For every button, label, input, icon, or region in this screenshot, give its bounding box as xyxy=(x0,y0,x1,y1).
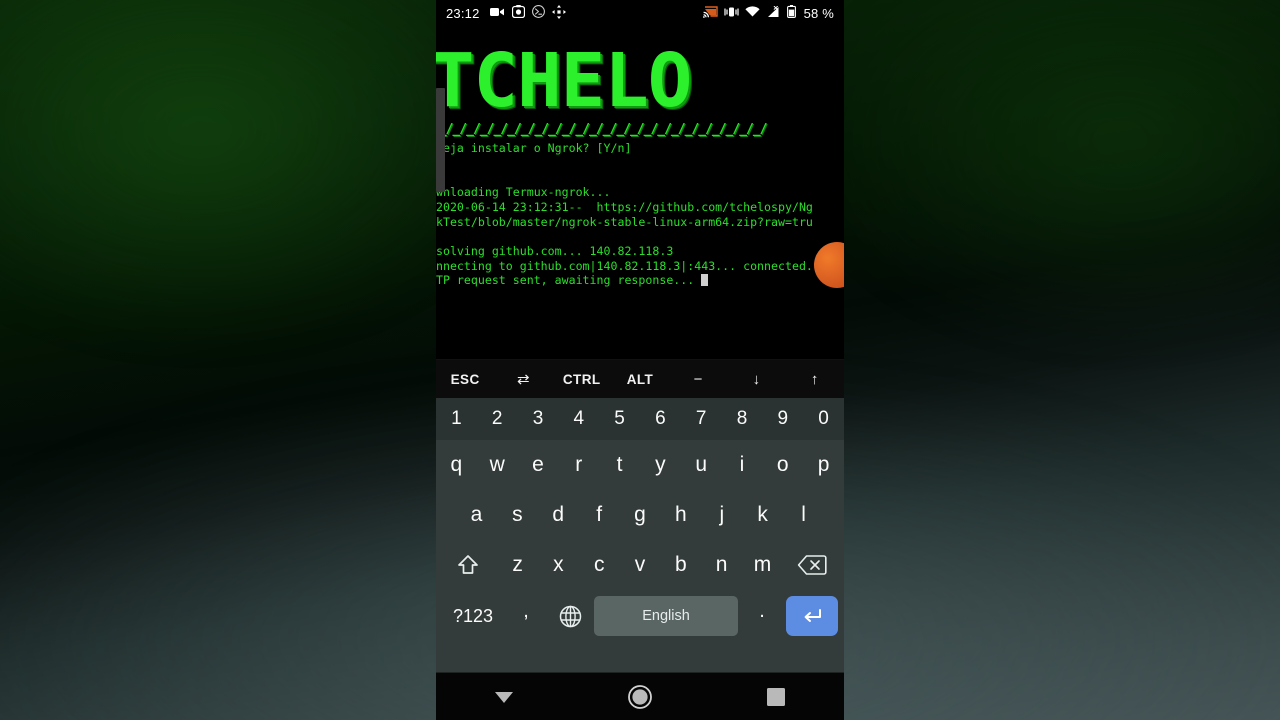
key-comma[interactable]: , xyxy=(506,596,546,636)
key-x[interactable]: x xyxy=(538,540,579,590)
key-l[interactable]: l xyxy=(783,490,824,540)
key-s[interactable]: s xyxy=(497,490,538,540)
extra-key-arrow-down-icon[interactable]: ↓ xyxy=(727,360,785,399)
key-q[interactable]: q xyxy=(436,440,477,490)
key-w[interactable]: w xyxy=(477,440,518,490)
extra-key-esc[interactable]: ESC xyxy=(436,360,494,399)
key-spacebar[interactable]: English xyxy=(594,596,738,636)
shift-icon[interactable] xyxy=(438,540,497,590)
keyboard-row-qwerty: q w e r t y u i o p xyxy=(436,440,844,490)
wallpaper-glow-top-right xyxy=(810,0,1280,340)
vibrate-icon xyxy=(723,6,739,21)
home-circle-icon[interactable] xyxy=(600,673,680,720)
key-period[interactable]: . xyxy=(740,596,784,636)
key-d[interactable]: d xyxy=(538,490,579,540)
key-g[interactable]: g xyxy=(620,490,661,540)
key-1[interactable]: 1 xyxy=(436,398,477,440)
extra-key-alt[interactable]: ALT xyxy=(611,360,669,399)
key-5[interactable]: 5 xyxy=(599,398,640,440)
key-8[interactable]: 8 xyxy=(722,398,763,440)
backspace-icon[interactable] xyxy=(783,540,842,590)
cast-icon xyxy=(702,5,718,21)
keyboard-row-numbers: 1 2 3 4 5 6 7 8 9 0 xyxy=(436,398,844,440)
key-m[interactable]: m xyxy=(742,540,783,590)
phone-screen: 23:12 58 % TCHELO /_/_/_/_/_/_/_/_/_/_/_… xyxy=(436,0,844,720)
key-v[interactable]: v xyxy=(620,540,661,590)
key-e[interactable]: e xyxy=(518,440,559,490)
status-bar: 23:12 58 % xyxy=(436,0,844,26)
terminal-text: eseja instalar o Ngrok? [Y/n] : ownloadi… xyxy=(436,141,813,288)
on-screen-keyboard: 1 2 3 4 5 6 7 8 9 0 q w e r t y u i o p … xyxy=(436,398,844,672)
hide-keyboard-down-icon[interactable] xyxy=(464,673,544,720)
battery-icon xyxy=(786,5,796,21)
keyboard-row-bottom: ?123 , English . xyxy=(436,590,844,642)
wifi-icon xyxy=(744,5,760,21)
android-navigation-bar xyxy=(436,672,844,720)
key-p[interactable]: p xyxy=(803,440,844,490)
key-u[interactable]: u xyxy=(681,440,722,490)
extra-key-ctrl[interactable]: CTRL xyxy=(553,360,611,399)
key-j[interactable]: j xyxy=(701,490,742,540)
terminal-scrollbar[interactable] xyxy=(436,88,445,192)
battery-percent-label: 58 % xyxy=(803,5,834,21)
banner-separator: /_/_/_/_/_/_/_/_/_/_/_/_/_/_/_/_/_/_/_/_… xyxy=(436,122,768,137)
key-i[interactable]: i xyxy=(722,440,763,490)
key-9[interactable]: 9 xyxy=(762,398,803,440)
key-3[interactable]: 3 xyxy=(518,398,559,440)
terminal-icon xyxy=(531,5,545,21)
key-0[interactable]: 0 xyxy=(803,398,844,440)
globe-icon[interactable] xyxy=(548,596,592,636)
extra-key-tab-icon[interactable]: ⇄ xyxy=(494,360,552,399)
key-o[interactable]: o xyxy=(762,440,803,490)
terminal-cursor xyxy=(701,274,709,287)
status-right-icons: 58 % xyxy=(702,5,834,21)
recents-square-icon[interactable] xyxy=(736,673,816,720)
video-camera-icon xyxy=(489,6,505,21)
cell-signal-no-sim-icon xyxy=(766,5,781,21)
key-symbols-toggle[interactable]: ?123 xyxy=(442,596,504,636)
enter-icon[interactable] xyxy=(786,596,838,636)
key-7[interactable]: 7 xyxy=(681,398,722,440)
key-c[interactable]: c xyxy=(579,540,620,590)
key-a[interactable]: a xyxy=(456,490,497,540)
key-t[interactable]: t xyxy=(599,440,640,490)
key-y[interactable]: y xyxy=(640,440,681,490)
banner-title: TCHELO xyxy=(436,38,692,124)
move-handle-icon xyxy=(551,4,566,22)
key-r[interactable]: r xyxy=(558,440,599,490)
key-n[interactable]: n xyxy=(701,540,742,590)
extra-key-arrow-up-icon[interactable]: ↑ xyxy=(786,360,844,399)
terminal-output[interactable]: TCHELO/_/_/_/_/_/_/_/_/_/_/_/_/_/_/_/_/_… xyxy=(436,26,844,359)
key-6[interactable]: 6 xyxy=(640,398,681,440)
screen-record-icon xyxy=(511,5,525,21)
keyboard-row-asdf: a s d f g h j k l xyxy=(436,490,844,540)
key-h[interactable]: h xyxy=(660,490,701,540)
ascii-art-banner: TCHELO/_/_/_/_/_/_/_/_/_/_/_/_/_/_/_/_/_… xyxy=(436,26,844,138)
key-2[interactable]: 2 xyxy=(477,398,518,440)
status-left-icons xyxy=(489,4,566,22)
extra-key-minus[interactable]: − xyxy=(669,360,727,399)
key-b[interactable]: b xyxy=(660,540,701,590)
key-4[interactable]: 4 xyxy=(558,398,599,440)
key-z[interactable]: z xyxy=(497,540,538,590)
keyboard-row-zxcv: z x c v b n m xyxy=(436,540,844,590)
termux-extra-keys-row: ESC ⇄ CTRL ALT − ↓ ↑ xyxy=(436,359,844,398)
key-f[interactable]: f xyxy=(579,490,620,540)
key-k[interactable]: k xyxy=(742,490,783,540)
status-clock: 23:12 xyxy=(446,5,480,21)
